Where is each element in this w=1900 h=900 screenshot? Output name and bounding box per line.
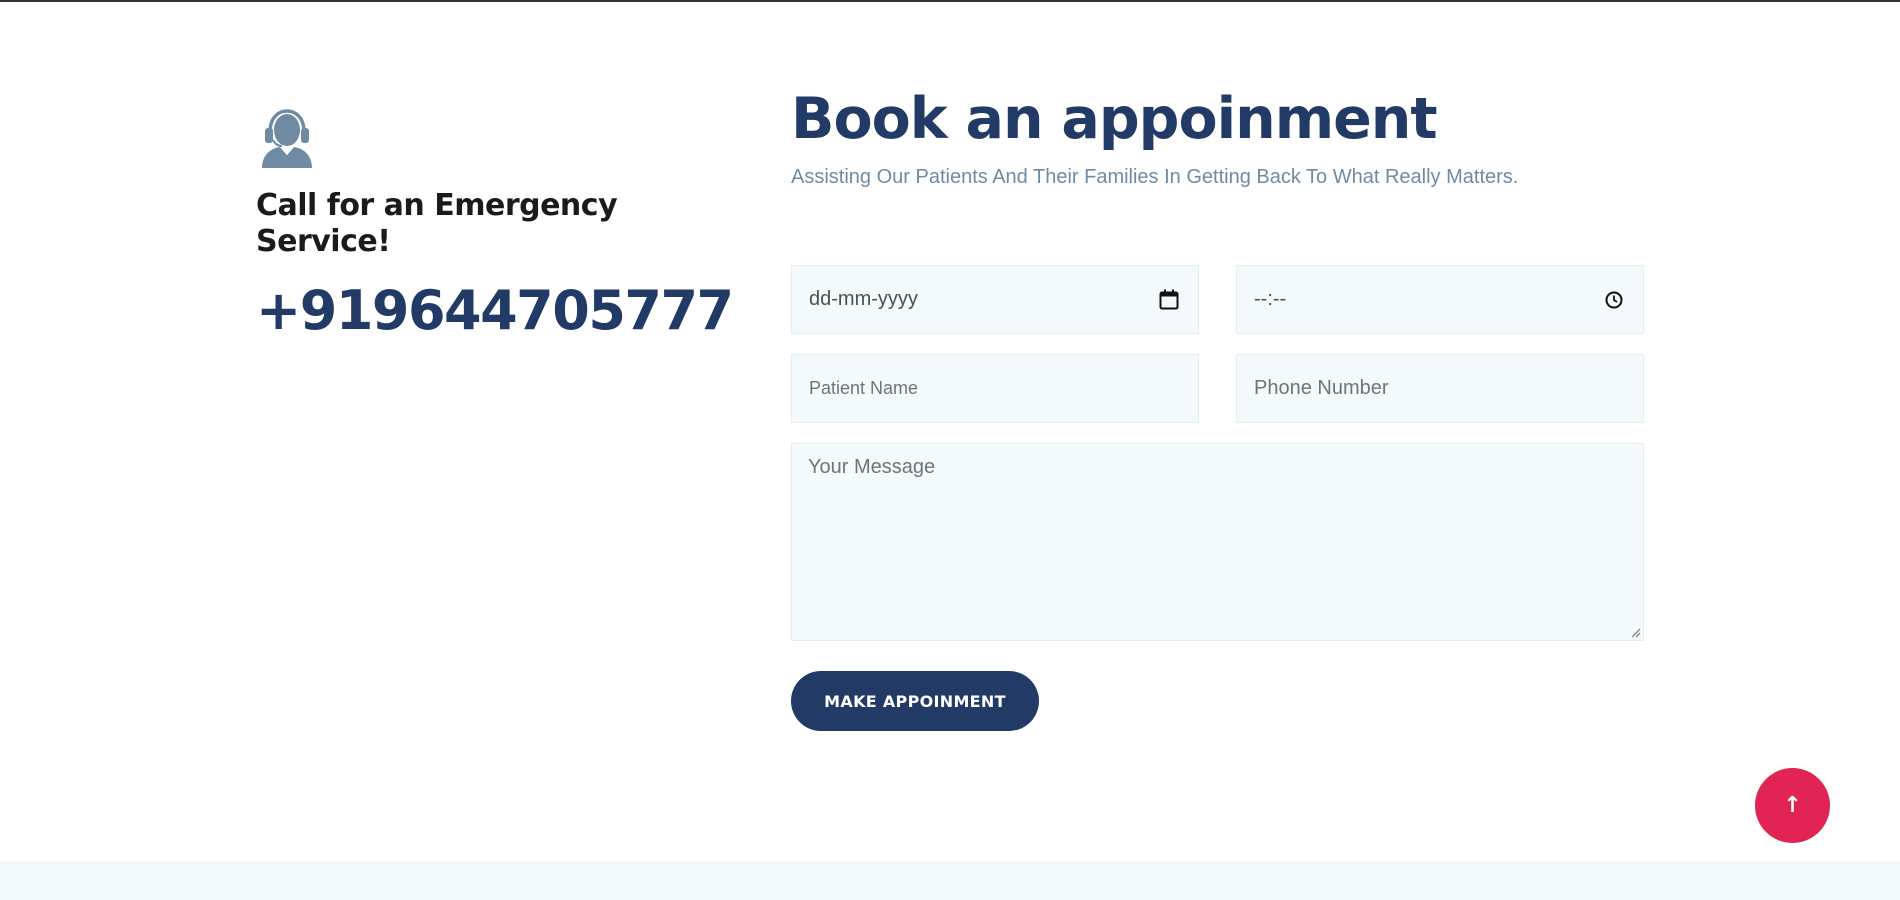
resize-handle-icon[interactable] bbox=[1629, 626, 1641, 638]
time-field-placeholder: --:-- bbox=[1254, 288, 1287, 310]
emergency-title: Call for an Emergency Service! bbox=[256, 188, 618, 259]
top-divider bbox=[0, 0, 1900, 2]
message-placeholder: Your Message bbox=[808, 456, 936, 478]
emergency-block: Call for an Emergency Service! +91964470… bbox=[256, 108, 734, 342]
message-textarea[interactable]: Your Message bbox=[791, 443, 1644, 641]
page-title: Book an appoinment bbox=[791, 86, 1438, 152]
clock-icon[interactable] bbox=[1603, 289, 1625, 311]
support-agent-icon bbox=[262, 109, 312, 168]
arrow-up-icon: ↑ bbox=[1783, 793, 1802, 818]
appointment-form-block: Book an appoinment Assisting Our Patient… bbox=[791, 86, 1644, 731]
footer-top-strip bbox=[0, 861, 1900, 900]
make-appointment-button[interactable]: MAKE APPOINMENT bbox=[791, 671, 1039, 731]
back-to-top-button[interactable]: ↑ bbox=[1755, 768, 1830, 843]
appointment-section: Call for an Emergency Service! +91964470… bbox=[0, 0, 1900, 900]
date-field-placeholder: dd-mm-yyyy bbox=[809, 288, 918, 310]
emergency-phone-number[interactable]: +919644705777 bbox=[256, 280, 734, 342]
calendar-icon[interactable] bbox=[1158, 289, 1180, 311]
patient-name-placeholder: Patient Name bbox=[809, 378, 919, 398]
phone-number-field[interactable]: Phone Number bbox=[1236, 354, 1644, 423]
appointment-form: dd-mm-yyyy --:-- Patient Name Phone Numb… bbox=[791, 265, 1644, 641]
time-field[interactable]: --:-- bbox=[1236, 265, 1644, 334]
date-field[interactable]: dd-mm-yyyy bbox=[791, 265, 1199, 334]
phone-number-placeholder: Phone Number bbox=[1254, 377, 1389, 399]
patient-name-field[interactable]: Patient Name bbox=[791, 354, 1199, 423]
form-subtitle: Assisting Our Patients And Their Familie… bbox=[791, 166, 1519, 188]
